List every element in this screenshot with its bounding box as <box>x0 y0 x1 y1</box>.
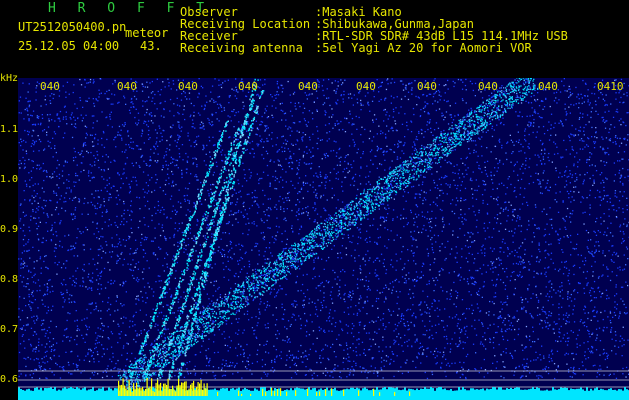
y-axis-unit: kHz <box>0 73 19 84</box>
x-tick: 040 <box>298 80 318 93</box>
x-tick: 040 <box>117 80 137 93</box>
y-tick: 1.0 <box>0 174 19 185</box>
x-tick: 040 <box>417 80 437 93</box>
spectrogram-canvas <box>18 78 629 400</box>
info-value: :5el Yagi Az 20 for Aomori VOR <box>315 41 532 55</box>
info-key: Receiving antenna <box>180 41 303 55</box>
y-tick: 0.6 <box>0 374 19 385</box>
datetime-label: 25.12.05 04:00 <box>18 39 120 53</box>
x-tick: 040 <box>178 80 198 93</box>
info-row-antenna: Receiving antenna :5el Yagi Az 20 for Aom… <box>180 42 532 54</box>
y-tick: 0.8 <box>0 274 19 285</box>
x-tick: 040 <box>478 80 498 93</box>
x-tick: 040 <box>538 80 558 93</box>
filename-label: UT2512050400.pn <box>18 20 127 34</box>
y-tick: 0.7 <box>0 324 19 335</box>
meteor-tag: meteor <box>125 26 169 40</box>
count-value: 43. <box>140 39 162 53</box>
x-tick: 040 <box>356 80 376 93</box>
x-tick: 040 <box>238 80 258 93</box>
spectrogram-plot <box>18 78 629 400</box>
y-tick: 0.9 <box>0 224 19 235</box>
y-tick: 1.1 <box>0 124 19 135</box>
hroft-screen: H R O F F T UT2512050400.pn meteor 25.12… <box>0 0 629 400</box>
x-tick: 040 <box>40 80 60 93</box>
x-tick: 0410 <box>597 80 624 93</box>
